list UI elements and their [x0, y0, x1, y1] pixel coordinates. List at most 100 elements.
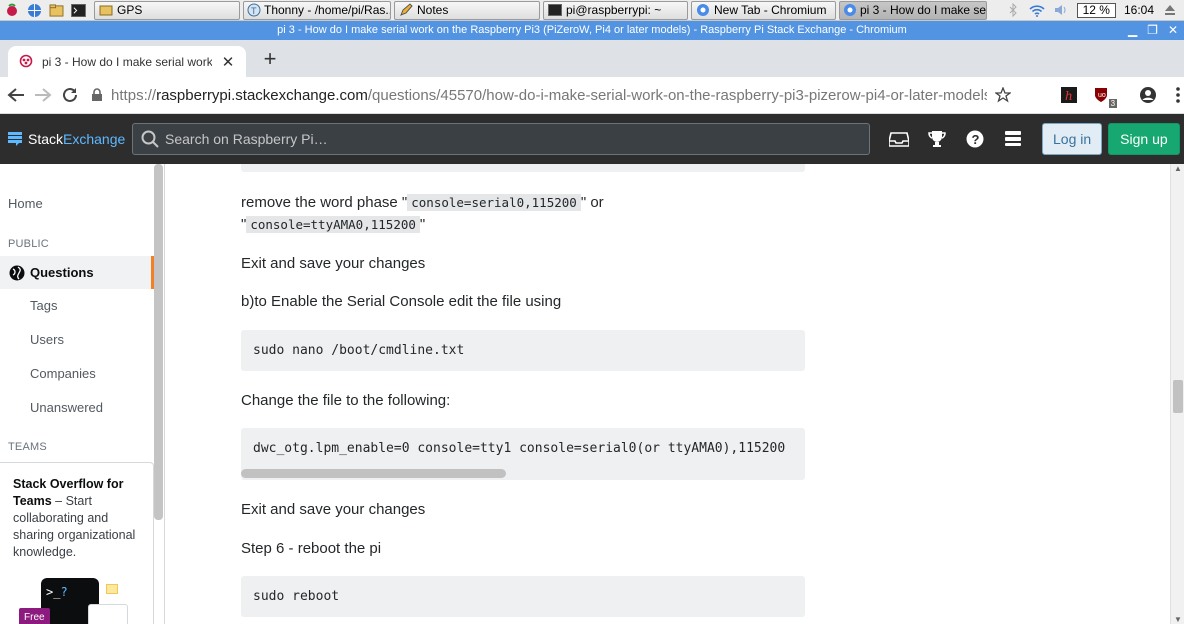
- stackexchange-logo[interactable]: StackExchange: [8, 131, 128, 147]
- logo-stack-text: Stack: [28, 131, 64, 147]
- task-label: GPS: [117, 3, 143, 17]
- bookmark-star-icon: [995, 87, 1012, 103]
- task-label: Notes: [417, 3, 449, 17]
- taskbar-task-terminal[interactable]: pi@raspberrypi: ~: [543, 0, 688, 20]
- browser-tab-strip: pi 3 - How do I make serial work on ✕ +: [0, 40, 1184, 77]
- help-button[interactable]: ?: [956, 123, 994, 155]
- search-input[interactable]: Search on Raspberry Pi…: [165, 131, 328, 147]
- maximize-icon[interactable]: ❐: [1147, 21, 1158, 40]
- site-search-box[interactable]: Search on Raspberry Pi…: [132, 123, 870, 155]
- taskbar-task-gps[interactable]: GPS: [94, 0, 240, 20]
- paragraph-enable-console: b)to Enable the Serial Console edit the …: [241, 293, 562, 310]
- raspberry-menu-icon[interactable]: [4, 2, 20, 18]
- scroll-up-arrow-icon[interactable]: ▲: [1174, 164, 1182, 173]
- sidebar-item-label: Questions: [30, 265, 94, 280]
- tab-title: pi 3 - How do I make serial work on: [42, 54, 212, 69]
- cpu-usage-monitor[interactable]: 12 %: [1076, 2, 1116, 18]
- file-manager-icon[interactable]: [48, 2, 64, 18]
- login-button[interactable]: Log in: [1042, 123, 1103, 155]
- scrollbar-thumb[interactable]: [1173, 380, 1183, 413]
- reload-button[interactable]: [58, 79, 81, 111]
- browser-menu-kebab-icon[interactable]: [1171, 86, 1184, 104]
- reload-icon: [62, 87, 77, 102]
- arrow-left-icon: [6, 88, 24, 102]
- task-label: New Tab - Chromium: [714, 3, 827, 17]
- code-horizontal-scrollbar[interactable]: [241, 469, 506, 478]
- text-fragment: " or: [580, 194, 604, 211]
- ublock-extension-icon[interactable]: uo 3: [1093, 86, 1118, 108]
- code-block: sudo nano /boot/cmdline.txt: [241, 330, 805, 371]
- main-content: remove the word phase " console=serial0,1…: [165, 164, 1170, 624]
- sidebar-section-teams: TEAMS: [8, 441, 47, 453]
- volume-icon[interactable]: [1053, 2, 1069, 18]
- eject-icon[interactable]: [1162, 2, 1178, 18]
- free-badge: Free: [19, 608, 50, 624]
- card-illustration: [88, 604, 128, 624]
- achievements-button[interactable]: [918, 123, 956, 155]
- inline-code: console=serial0,115200: [407, 194, 581, 211]
- terminal-icon: [547, 2, 563, 18]
- window-controls: ▁ ❐ ✕: [1128, 21, 1178, 40]
- code-text: dwc_otg.lpm_enable=0 console=tty1 consol…: [253, 441, 786, 456]
- browser-tab-active[interactable]: pi 3 - How do I make serial work on ✕: [8, 46, 246, 77]
- trophy-icon: [928, 131, 946, 147]
- inbox-button[interactable]: [880, 123, 918, 155]
- pencil-icon: [398, 2, 414, 18]
- wifi-icon[interactable]: [1029, 2, 1045, 18]
- url-text[interactable]: https://raspberrypi.stackexchange.com/qu…: [111, 87, 987, 104]
- bluetooth-icon[interactable]: [1005, 2, 1021, 18]
- sidebar-item-users[interactable]: Users: [30, 332, 64, 347]
- new-tab-button[interactable]: +: [258, 48, 282, 70]
- profile-avatar-icon[interactable]: [1139, 86, 1157, 104]
- folder-icon: [98, 2, 114, 18]
- thonny-icon: T: [247, 2, 261, 18]
- sidebar-item-companies[interactable]: Companies: [30, 366, 96, 381]
- taskbar-task-notes[interactable]: Notes: [394, 0, 540, 20]
- window-title: pi 3 - How do I make serial work on the …: [277, 24, 907, 36]
- sidebar-item-unanswered[interactable]: Unanswered: [30, 400, 103, 415]
- signup-button[interactable]: Sign up: [1108, 123, 1180, 155]
- window-title-bar: pi 3 - How do I make serial work on the …: [0, 21, 1184, 40]
- taskbar-task-thonny[interactable]: T Thonny - /home/pi/Ras...: [243, 0, 391, 20]
- inline-code: console=ttyAMA0,115200: [246, 216, 420, 233]
- teams-promo-card: Stack Overflow for Teams – Start collabo…: [0, 462, 154, 624]
- task-label: pi 3 - How do I make ser...: [860, 3, 987, 17]
- browser-launcher-icon[interactable]: [26, 2, 42, 18]
- sidebar-item-tags[interactable]: Tags: [30, 298, 57, 313]
- sidebar-section-public: PUBLIC: [8, 238, 49, 250]
- address-bar[interactable]: https://raspberrypi.stackexchange.com/qu…: [91, 79, 1012, 111]
- paragraph-exit-save: Exit and save your changes: [241, 255, 426, 272]
- sidebar-item-home[interactable]: Home: [8, 196, 43, 211]
- scroll-down-arrow-icon[interactable]: ▼: [1174, 615, 1182, 624]
- teams-promo-text: Stack Overflow for Teams – Start collabo…: [13, 476, 145, 561]
- help-icon: ?: [966, 130, 984, 148]
- page-scrollbar[interactable]: ▲ ▼: [1170, 164, 1184, 624]
- extension-h-icon[interactable]: h: [1061, 86, 1078, 104]
- launcher-icons: [0, 2, 86, 18]
- chat-bubble-icon: [106, 584, 118, 594]
- site-switcher-icon: [1005, 131, 1021, 146]
- site-switcher-button[interactable]: [994, 123, 1032, 155]
- chromium-icon: [695, 2, 711, 18]
- sidebar-item-questions[interactable]: Questions: [0, 256, 154, 289]
- minimize-icon[interactable]: ▁: [1128, 21, 1137, 40]
- topbar-icons: ?: [880, 123, 1032, 155]
- extension-badge: 3: [1108, 99, 1118, 108]
- close-icon[interactable]: ✕: [1168, 21, 1178, 40]
- forward-button[interactable]: [31, 79, 54, 111]
- teams-illustration: >_? Free: [18, 576, 138, 624]
- taskbar-task-new-tab[interactable]: New Tab - Chromium: [691, 0, 836, 20]
- clock[interactable]: 16:04: [1124, 3, 1154, 17]
- raspberry-pi-favicon-icon: [18, 52, 34, 71]
- back-button[interactable]: [4, 79, 27, 111]
- sidebar-scrollbar[interactable]: [154, 164, 163, 520]
- svg-text:uo: uo: [1098, 92, 1106, 99]
- svg-text:T: T: [251, 6, 257, 16]
- task-label: Thonny - /home/pi/Ras...: [264, 3, 391, 17]
- paragraph-remove-phrase: remove the word phase " console=serial0,1…: [241, 192, 604, 236]
- taskbar-task-active-chromium[interactable]: pi 3 - How do I make ser...: [839, 0, 987, 20]
- left-sidebar: Home PUBLIC Questions Tags Users Compani…: [0, 164, 165, 624]
- terminal-launcher-icon[interactable]: [70, 2, 86, 18]
- text-fragment: ": [419, 216, 426, 233]
- tab-close-icon[interactable]: ✕: [220, 53, 236, 71]
